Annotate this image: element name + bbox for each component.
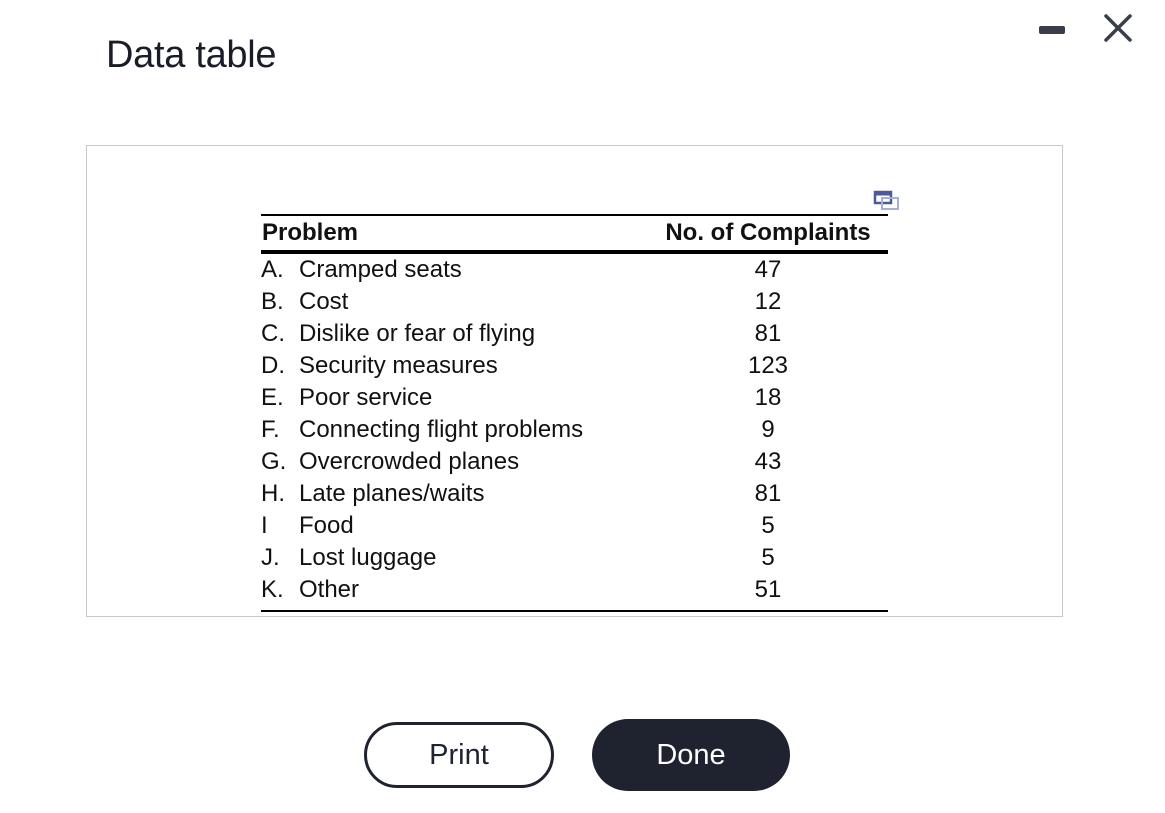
table-row: F. Connecting flight problems 9 bbox=[261, 414, 888, 446]
row-problem: Cramped seats bbox=[299, 256, 462, 283]
row-letter: H. bbox=[261, 480, 285, 507]
row-problem: Connecting flight problems bbox=[299, 416, 584, 443]
minimize-icon[interactable] bbox=[1039, 26, 1065, 34]
row-problem: Late planes/waits bbox=[299, 480, 485, 507]
row-letter: I bbox=[261, 512, 268, 539]
copy-icon[interactable] bbox=[873, 190, 901, 214]
done-button[interactable]: Done bbox=[592, 719, 790, 791]
row-letter: D. bbox=[261, 352, 285, 379]
row-problem: Dislike or fear of flying bbox=[299, 320, 536, 347]
row-letter: B. bbox=[261, 288, 284, 315]
table-header: Problem No. of Complaints bbox=[261, 216, 888, 250]
row-letter: F. bbox=[261, 416, 280, 443]
row-letter: K. bbox=[261, 576, 284, 603]
row-complaints: 5 bbox=[761, 512, 775, 539]
row-problem: Lost luggage bbox=[299, 544, 437, 571]
row-problem: Other bbox=[299, 576, 360, 603]
row-problem: Overcrowded planes bbox=[299, 448, 520, 475]
header-problem: Problem bbox=[262, 219, 359, 246]
row-complaints: 51 bbox=[754, 576, 782, 603]
complaints-table: Problem No. of Complaints A. Cramped seat… bbox=[261, 214, 888, 612]
table-row: K. Other 51 bbox=[261, 574, 888, 606]
row-letter: C. bbox=[261, 320, 285, 347]
header-complaints: No. of Complaints bbox=[665, 219, 871, 246]
table-row: I Food 5 bbox=[261, 510, 888, 542]
print-button[interactable]: Print bbox=[364, 722, 554, 788]
row-complaints: 81 bbox=[754, 480, 782, 507]
table-row: E. Poor service 18 bbox=[261, 382, 888, 414]
table-bottom-rule bbox=[261, 610, 888, 612]
table-body: A. Cramped seats 47 B. Cost 12 C. Dislike or fe… bbox=[261, 254, 888, 606]
row-problem: Cost bbox=[299, 288, 349, 315]
table-row: H. Late planes/waits 81 bbox=[261, 478, 888, 510]
row-letter: E. bbox=[261, 384, 284, 411]
table-row: J. Lost luggage 5 bbox=[261, 542, 888, 574]
dialog-title: Data table bbox=[106, 34, 277, 76]
row-problem: Poor service bbox=[299, 384, 433, 411]
row-complaints: 43 bbox=[754, 448, 782, 475]
row-complaints: 12 bbox=[754, 288, 782, 315]
row-letter: G. bbox=[261, 448, 287, 475]
table-row: D. Security measures 123 bbox=[261, 350, 888, 382]
row-complaints: 5 bbox=[761, 544, 775, 571]
row-complaints: 47 bbox=[754, 256, 782, 283]
row-problem: Food bbox=[299, 512, 354, 539]
row-problem: Security measures bbox=[299, 352, 498, 379]
row-complaints: 18 bbox=[754, 384, 782, 411]
row-complaints: 81 bbox=[754, 320, 782, 347]
table-row: B. Cost 12 bbox=[261, 286, 888, 318]
table-row: C. Dislike or fear of flying 81 bbox=[261, 318, 888, 350]
table-row: G. Overcrowded planes 43 bbox=[261, 446, 888, 478]
row-complaints: 123 bbox=[747, 352, 789, 379]
row-complaints: 9 bbox=[761, 416, 775, 443]
table-row: A. Cramped seats 47 bbox=[261, 254, 888, 286]
row-letter: J. bbox=[261, 544, 280, 571]
row-letter: A. bbox=[261, 256, 284, 283]
close-icon[interactable] bbox=[1100, 10, 1136, 46]
